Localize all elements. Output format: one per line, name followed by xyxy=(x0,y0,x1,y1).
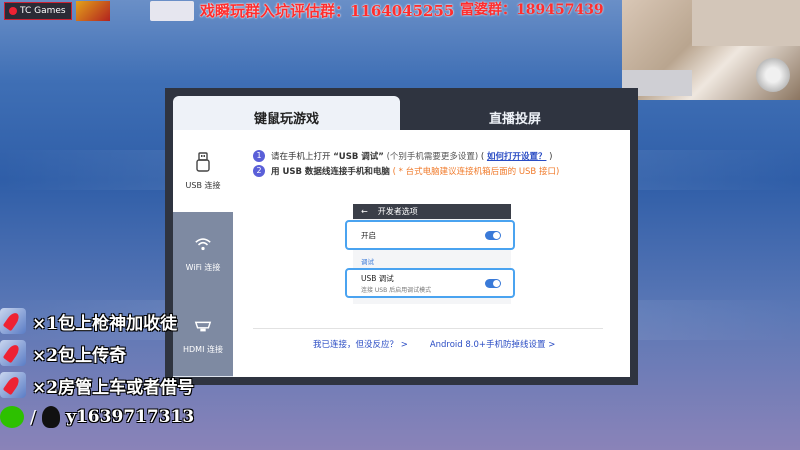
back-arrow-icon: ← xyxy=(361,207,368,216)
row-label: USB 调试 xyxy=(361,273,394,283)
contact-id: y1639717313 xyxy=(66,407,195,427)
wifi-icon xyxy=(195,237,211,250)
sidebar-item-wifi[interactable]: WiFi 连接 xyxy=(173,212,233,294)
debug-section-label: 调试 xyxy=(361,258,374,266)
tc-games-tab[interactable]: TC Games xyxy=(4,2,72,20)
webcam-fan xyxy=(756,58,790,92)
wechat-icon xyxy=(0,406,24,428)
instruction-steps: 1 请在手机上打开 “USB 调试” (个别手机需要更多设置) ( 如何打开设置… xyxy=(253,148,559,178)
step-2: 2 用 USB 数据线连接手机和电脑 ( * 台式电脑建议连接机箱后面的 USB… xyxy=(253,163,559,178)
sidebar-item-label: WiFi 连接 xyxy=(185,262,221,272)
sidebar-item-label: USB 连接 xyxy=(185,180,221,190)
tc-games-label: TC Games xyxy=(20,6,66,16)
connection-dialog: 键鼠玩游戏 直播投屏 USB 连接 WiFi 连接 HDMI 连接 1 请在手机… xyxy=(165,88,638,385)
qq-icon xyxy=(42,406,61,428)
step-1: 1 请在手机上打开 “USB 调试” (个别手机需要更多设置) ( 如何打开设置… xyxy=(253,148,559,163)
usb-icon xyxy=(196,151,210,172)
phone-title: 开发者选项 xyxy=(377,207,418,216)
rich-group-announcement: 富婆群：189457439 xyxy=(460,2,604,18)
step-number: 2 xyxy=(253,164,265,177)
sticker-image xyxy=(150,1,194,21)
separator: / xyxy=(30,406,37,428)
developer-toggle[interactable] xyxy=(485,230,501,240)
no-response-link[interactable]: 我已连接，但没反应？ > xyxy=(313,338,408,350)
step-note: (个别手机需要更多设置) xyxy=(386,151,479,162)
help-links: 我已连接，但没反应？ > Android 8.0+手机防掉线设置 > xyxy=(313,338,555,350)
how-to-enable-link[interactable]: 如何打开设置？ xyxy=(487,152,547,162)
connection-panel: USB 连接 WiFi 连接 HDMI 连接 1 请在手机上打开 “USB 调试… xyxy=(173,130,630,377)
group-announcement: 戏瞬玩群入坑评估群：1164045255 xyxy=(200,2,455,20)
rocket-icon xyxy=(0,340,26,366)
overlay-text: ×2包上传奇 xyxy=(32,345,127,366)
usb-debug-row: USB 调试 连接 USB 后启用调试模式 xyxy=(345,268,515,298)
step-bold-text: “USB 调试” xyxy=(333,151,384,162)
webcam-feed xyxy=(622,0,800,100)
rocket-icon xyxy=(0,308,26,334)
row-sublabel: 连接 USB 后启用调试模式 xyxy=(361,286,432,294)
usb-debug-toggle[interactable] xyxy=(485,278,501,288)
sticker-image xyxy=(76,1,110,21)
overlay-line: ×2房管上车或者借号 xyxy=(0,369,230,401)
android-anti-drop-link[interactable]: Android 8.0+手机防掉线设置 > xyxy=(430,338,556,350)
developer-on-row: 开启 xyxy=(345,220,515,250)
overlay-text: ×1包上枪神加收徒 xyxy=(32,313,178,334)
overlay-line: / y1639717313 xyxy=(0,401,230,433)
paren-open: ( xyxy=(480,151,485,162)
phone-title-bar: ← 开发者选项 xyxy=(353,204,511,219)
step-warning: ( * 台式电脑建议连接机箱后面的 USB 接口) xyxy=(392,166,560,177)
webcam-shelf xyxy=(692,0,800,46)
phone-settings-mock: ← 开发者选项 开启 调试 USB 调试 连接 USB 后启用调试模式 xyxy=(345,204,515,304)
sidebar-item-usb[interactable]: USB 连接 xyxy=(173,130,233,212)
overlay-line: ×1包上枪神加收徒 xyxy=(0,305,230,337)
step-number: 1 xyxy=(253,149,265,162)
stream-overlay: ×1包上枪神加收徒 ×2包上传奇 ×2房管上车或者借号 / y163971731… xyxy=(0,305,230,433)
overlay-line: ×2包上传奇 xyxy=(0,337,230,369)
overlay-text: ×2房管上车或者借号 xyxy=(32,377,195,398)
divider xyxy=(253,328,603,329)
tc-games-icon xyxy=(9,7,17,15)
step-bold-text: 用 USB 数据线连接手机和电脑 xyxy=(271,166,390,177)
row-label: 开启 xyxy=(361,230,376,240)
paren-close: ) xyxy=(549,151,553,162)
plane-icon xyxy=(0,372,26,398)
step-text: 请在手机上打开 xyxy=(271,151,331,162)
